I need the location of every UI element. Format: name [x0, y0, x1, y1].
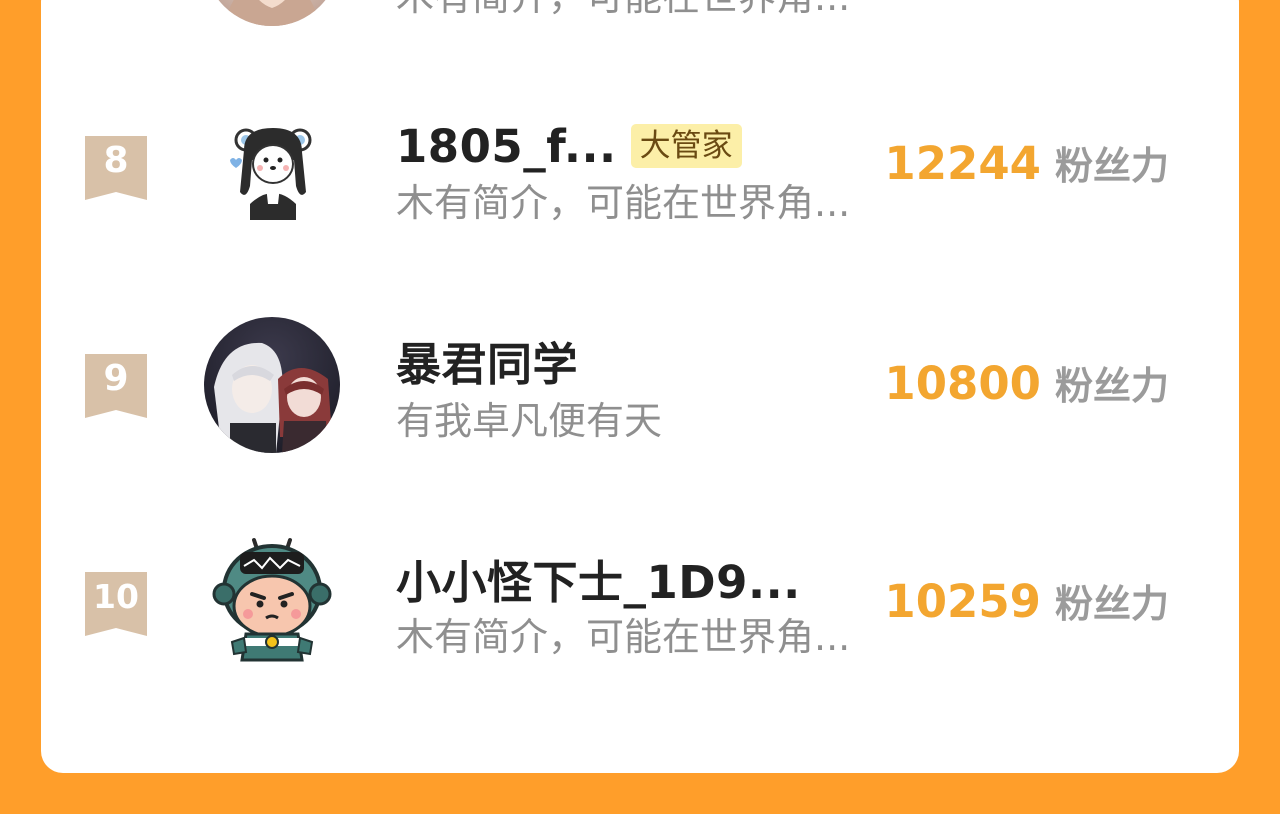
rank-badge: 9	[85, 354, 147, 418]
little-monster-soldier-avatar-icon	[204, 534, 340, 670]
name-line: 暴君同学	[396, 332, 578, 391]
user-name[interactable]: 小小怪下士_1D9...	[396, 546, 801, 611]
ranking-row[interactable]: 9 暴君同学 有我卓凡便有天 10800 粉丝力	[41, 310, 1239, 470]
anime-couple-avatar-icon	[204, 317, 340, 453]
bear-ear-girl-avatar-icon	[204, 100, 340, 236]
avatar[interactable]	[204, 0, 340, 26]
fans-number: 10259	[884, 575, 1041, 628]
fans-score: 10259 粉丝力	[884, 573, 1169, 628]
user-intro: 木有简介，可能在世界角...	[396, 615, 851, 659]
user-intro: 木有简介，可能在世界角...	[396, 181, 851, 225]
user-intro: 有我卓凡便有天	[396, 399, 663, 443]
fans-number: 10800	[884, 357, 1041, 410]
avatar[interactable]	[204, 317, 340, 453]
avatar[interactable]	[204, 100, 340, 236]
fans-unit-label: 粉丝力	[1054, 582, 1169, 626]
ranking-row[interactable]: 8 1805_f... 大管家 木有简介，可能在世界角... 12244 粉丝力	[41, 90, 1239, 250]
user-intro: 木有简介，可能在世界角...	[396, 0, 850, 21]
role-tag: 大管家	[630, 124, 742, 168]
fans-score: 12244 粉丝力	[884, 135, 1169, 190]
rank-number: 8	[103, 140, 129, 181]
rank-badge: 10	[85, 572, 147, 636]
fans-number: 12244	[884, 137, 1041, 190]
rank-badge: 8	[85, 136, 147, 200]
fans-score: 10800 粉丝力	[884, 355, 1169, 410]
fans-unit-label: 粉丝力	[1054, 364, 1169, 408]
avatar[interactable]	[204, 534, 340, 670]
name-line: 小小怪下士_1D9...	[396, 550, 801, 609]
rank-number: 10	[93, 577, 139, 616]
name-line: 1805_f... 大管家	[396, 118, 742, 174]
user-name[interactable]: 暴君同学	[396, 328, 578, 393]
ranking-row[interactable]: 10 小小怪下士_1D9... 木有简介，可能在世界角... 10259 粉丝力	[41, 530, 1239, 690]
fans-unit-label: 粉丝力	[1054, 144, 1169, 188]
fans-ranking-card: 木有简介，可能在世界角... 8	[41, 0, 1239, 773]
user-name[interactable]: 1805_f...	[396, 120, 617, 173]
ranking-row-partial[interactable]: 木有简介，可能在世界角...	[41, 0, 1239, 30]
rank-number: 9	[103, 358, 129, 399]
